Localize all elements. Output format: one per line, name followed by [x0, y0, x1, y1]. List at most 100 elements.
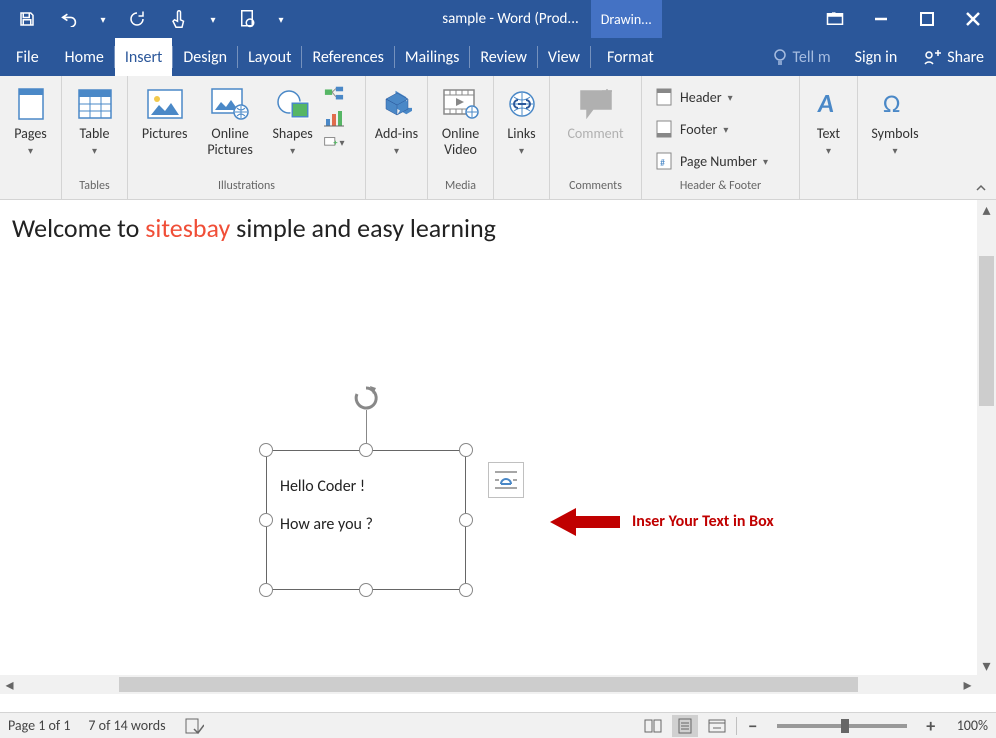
- page-indicator[interactable]: Page 1 of 1: [8, 717, 70, 734]
- scroll-up-button[interactable]: ▴: [977, 200, 996, 219]
- pages-button[interactable]: Pages ▾: [6, 80, 55, 157]
- tell-me-search[interactable]: Tell m: [763, 48, 841, 67]
- smartart-button[interactable]: [324, 84, 344, 104]
- pictures-button[interactable]: Pictures: [134, 80, 195, 142]
- tab-design[interactable]: Design: [173, 38, 237, 76]
- tab-mailings[interactable]: Mailings: [395, 38, 470, 76]
- footer-button[interactable]: Footer ▾: [648, 116, 793, 142]
- rotation-handle[interactable]: [352, 384, 380, 412]
- horizontal-scrollbar[interactable]: ◂ ▸: [0, 675, 977, 694]
- print-preview-button[interactable]: [228, 0, 266, 38]
- page-icon: [11, 84, 51, 124]
- chart-button[interactable]: [324, 108, 344, 128]
- text-box-shape[interactable]: Hello Coder ! How are you ?: [266, 450, 466, 590]
- minimize-button[interactable]: [858, 0, 904, 38]
- callout-arrow: [550, 508, 620, 536]
- word-count[interactable]: 7 of 14 words: [88, 717, 165, 734]
- tab-format[interactable]: Format: [591, 38, 670, 76]
- vertical-scroll-thumb[interactable]: [979, 256, 994, 406]
- online-pictures-button[interactable]: Online Pictures: [199, 80, 260, 158]
- tab-layout[interactable]: Layout: [238, 38, 301, 76]
- screenshot-button[interactable]: ▾: [324, 132, 344, 152]
- menubar-right: Tell m Sign in Share: [763, 38, 996, 76]
- zoom-slider[interactable]: [777, 724, 907, 728]
- quick-access-toolbar: ▾ ▾ ▾: [0, 0, 292, 38]
- qat-customize-dropdown[interactable]: ▾: [270, 0, 292, 38]
- document-title: sample - Word (Prod...: [442, 10, 579, 28]
- read-mode-button[interactable]: [640, 715, 666, 737]
- addins-icon: [377, 84, 417, 124]
- table-button[interactable]: Table ▾: [68, 80, 121, 157]
- picture-icon: [145, 84, 185, 124]
- chevron-down-icon: ▾: [723, 123, 728, 136]
- maximize-button[interactable]: [904, 0, 950, 38]
- close-button[interactable]: [950, 0, 996, 38]
- tab-review[interactable]: Review: [470, 38, 537, 76]
- document-page[interactable]: Welcome to sitesbay simple and easy lear…: [12, 212, 966, 244]
- chevron-down-icon: ▾: [826, 144, 831, 157]
- svg-text:Ω: Ω: [883, 90, 900, 118]
- chevron-down-icon: ▾: [290, 144, 295, 157]
- text-box-content[interactable]: Hello Coder ! How are you ?: [280, 468, 373, 545]
- online-pictures-icon: [210, 84, 250, 124]
- save-button[interactable]: [8, 0, 46, 38]
- online-video-button[interactable]: Online Video: [434, 80, 487, 158]
- tab-home[interactable]: Home: [55, 38, 114, 76]
- vertical-scrollbar[interactable]: ▴ ▾: [977, 200, 996, 675]
- resize-handle-br[interactable]: [459, 583, 473, 597]
- contextual-tab-drawing[interactable]: Drawin...: [591, 0, 662, 38]
- addins-button[interactable]: Add-ins ▾: [372, 80, 421, 157]
- horizontal-scroll-thumb[interactable]: [119, 677, 858, 692]
- tab-file[interactable]: File: [0, 38, 55, 76]
- text-button[interactable]: A Text ▾: [806, 80, 851, 157]
- omega-icon: Ω: [875, 84, 915, 124]
- zoom-level[interactable]: 100%: [957, 717, 988, 734]
- scroll-down-button[interactable]: ▾: [977, 656, 996, 675]
- table-icon: [75, 84, 115, 124]
- tab-insert[interactable]: Insert: [115, 38, 173, 76]
- resize-handle-mr[interactable]: [459, 513, 473, 527]
- resize-handle-bm[interactable]: [359, 583, 373, 597]
- tab-view[interactable]: View: [538, 38, 590, 76]
- sign-in-button[interactable]: Sign in: [841, 48, 912, 67]
- ribbon-collapse-button[interactable]: [972, 179, 990, 197]
- web-layout-button[interactable]: [704, 715, 730, 737]
- spell-check-button[interactable]: [184, 717, 204, 735]
- page-number-button[interactable]: # Page Number ▾: [648, 148, 793, 174]
- header-button[interactable]: Header ▾: [648, 84, 793, 110]
- resize-handle-bl[interactable]: [259, 583, 273, 597]
- ribbon-display-options-button[interactable]: [812, 0, 858, 38]
- layout-options-icon: [493, 468, 519, 492]
- header-icon: [654, 87, 674, 107]
- print-layout-button[interactable]: [672, 715, 698, 737]
- resize-handle-tl[interactable]: [259, 443, 273, 457]
- zoom-in-button[interactable]: +: [921, 717, 941, 735]
- symbols-button[interactable]: Ω Symbols ▾: [864, 80, 926, 157]
- scroll-corner: [977, 675, 996, 694]
- window-controls: [812, 0, 996, 38]
- zoom-out-button[interactable]: −: [743, 717, 763, 735]
- links-button[interactable]: Links ▾: [500, 80, 543, 157]
- zoom-slider-knob[interactable]: [841, 719, 849, 733]
- touch-dropdown[interactable]: ▾: [202, 0, 224, 38]
- resize-handle-tm[interactable]: [359, 443, 373, 457]
- resize-handle-tr[interactable]: [459, 443, 473, 457]
- scroll-left-button[interactable]: ◂: [0, 675, 19, 694]
- undo-dropdown[interactable]: ▾: [92, 0, 114, 38]
- scroll-right-button[interactable]: ▸: [958, 675, 977, 694]
- resize-handle-ml[interactable]: [259, 513, 273, 527]
- shapes-icon: [273, 84, 313, 124]
- touch-mouse-mode-button[interactable]: [160, 0, 198, 38]
- link-icon: [502, 84, 542, 124]
- share-button[interactable]: Share: [911, 48, 996, 67]
- shapes-button[interactable]: Shapes ▾: [265, 80, 321, 157]
- chevron-down-icon: ▾: [28, 144, 33, 157]
- redo-button[interactable]: [118, 0, 156, 38]
- status-right: − + 100%: [640, 715, 988, 737]
- chevron-down-icon: ▾: [728, 91, 733, 104]
- status-bar: Page 1 of 1 7 of 14 words − + 100%: [0, 712, 996, 738]
- tab-references[interactable]: References: [302, 38, 393, 76]
- group-illustrations: Pictures Online Pictures Shapes ▾: [128, 76, 366, 199]
- layout-options-button[interactable]: [488, 462, 524, 498]
- undo-button[interactable]: [50, 0, 88, 38]
